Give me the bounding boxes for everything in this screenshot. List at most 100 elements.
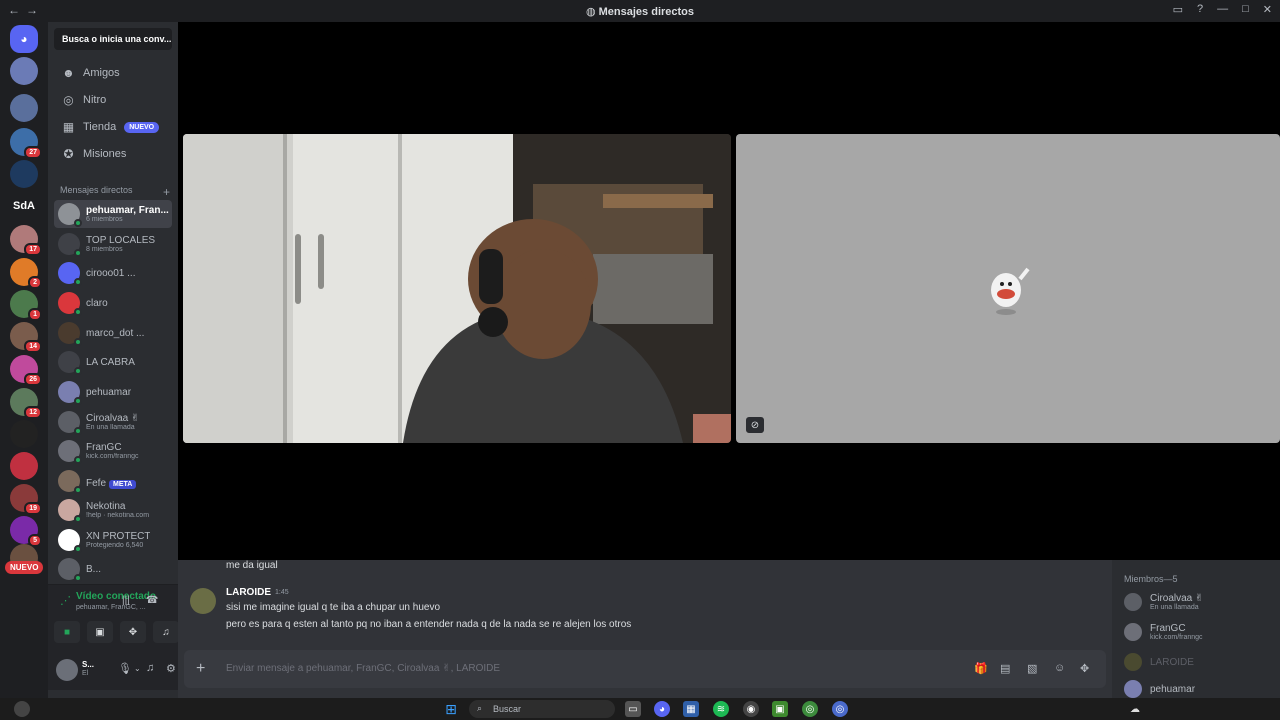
dm-item[interactable]: B... <box>54 555 172 583</box>
server-icon[interactable] <box>10 452 38 480</box>
store-icon[interactable]: ▦ <box>683 701 699 717</box>
signal-icon[interactable]: ⋰ <box>60 594 71 607</box>
camera-button[interactable]: ■ <box>54 621 80 643</box>
apps-icon[interactable]: ✥ <box>1080 662 1089 675</box>
server-icon[interactable] <box>10 420 38 448</box>
chevron-down-icon[interactable]: ⌄ <box>134 664 141 673</box>
dm-subtitle: !help · nekotina.com <box>86 512 150 519</box>
server-icon[interactable]: 2 <box>10 258 42 289</box>
dm-item[interactable]: Nekotina !help · nekotina.com <box>54 496 172 524</box>
gift-icon[interactable]: 🎁 <box>974 662 988 675</box>
member-avatar <box>1124 653 1142 671</box>
member-text: LAROIDE <box>1150 657 1194 668</box>
microphone-icon[interactable]: 🎙 <box>118 662 132 675</box>
nuevo-badge[interactable]: NUEVO <box>5 561 44 574</box>
search-icon: ⌕ <box>477 703 483 713</box>
server-list: ◕ 27 SdA 17 2 1 14 26 12 19 5 NUEVO <box>0 22 48 698</box>
unread-badge: 2 <box>28 276 42 289</box>
dm-text: cirooo01 ... <box>86 268 135 279</box>
server-icon[interactable]: 12 <box>10 388 42 419</box>
member-item[interactable]: LAROIDE <box>1124 650 1274 674</box>
nav-quests[interactable]: ✪ Misiones <box>54 142 172 166</box>
search-conversation-button[interactable]: Busca o inicia una conv... <box>54 28 172 50</box>
gif-icon[interactable]: ▤ <box>1000 662 1010 675</box>
dm-name: pehuamar <box>86 386 132 398</box>
add-dm-icon[interactable]: + <box>163 185 170 199</box>
activities-button[interactable]: ✥ <box>120 621 146 643</box>
message-author[interactable]: LAROIDE <box>226 587 271 598</box>
voice-channel[interactable]: pehuamar, FranGC, ... <box>76 604 146 611</box>
dm-item[interactable]: claro <box>54 289 172 317</box>
video-tile[interactable] <box>183 134 731 443</box>
dm-item[interactable]: Ciroalvaa ✌ En una llamada <box>54 408 172 436</box>
dm-name: Fefe <box>86 477 107 489</box>
noise-suppression-icon[interactable]: ||| <box>122 595 130 606</box>
dm-item[interactable]: FranGC kick.com/franngc <box>54 437 172 465</box>
inbox-icon[interactable]: ▭ <box>1173 3 1183 16</box>
notification-avatar-icon[interactable] <box>14 701 30 717</box>
server-icon[interactable]: 19 <box>10 484 42 515</box>
discord-home-icon[interactable]: ◕ <box>10 25 38 53</box>
server-icon[interactable]: 5 <box>10 516 42 547</box>
settings-gear-icon[interactable]: ⚙ <box>166 662 176 675</box>
username[interactable]: S... <box>82 660 94 669</box>
obs-icon[interactable]: ◉ <box>743 701 759 717</box>
hidden-video-icon[interactable]: ⊘ <box>746 417 764 433</box>
screen-share-icon: ▣ <box>95 626 105 638</box>
windows-start-icon[interactable]: ⊞ <box>443 701 459 717</box>
status-indicator <box>74 308 82 316</box>
user-avatar[interactable] <box>56 659 78 681</box>
server-icon[interactable]: 17 <box>10 225 42 256</box>
video-tile[interactable]: ⊘ <box>736 134 1280 443</box>
sticker-icon[interactable]: ▧ <box>1027 662 1037 675</box>
member-item[interactable]: Ciroalvaa ✌ En una llamada <box>1124 590 1274 614</box>
task-view-icon[interactable]: ▭ <box>625 701 641 717</box>
message-input[interactable]: Enviar mensaje a pehuamar, FranGC, Ciroa… <box>226 663 500 674</box>
dm-item[interactable]: pehuamar <box>54 378 172 406</box>
minimize-icon[interactable]: — <box>1217 3 1228 16</box>
chrome-icon[interactable]: ◎ <box>802 701 818 717</box>
dm-item[interactable]: pehuamar, Fran... 6 miembros <box>54 200 172 228</box>
message-composer[interactable]: + Enviar mensaje a pehuamar, FranGC, Cir… <box>184 650 1106 688</box>
server-icon[interactable] <box>10 160 38 188</box>
dm-text: pehuamar <box>86 387 131 398</box>
nav-nitro[interactable]: ◎ Nitro <box>54 88 172 112</box>
help-icon[interactable]: ? <box>1197 3 1203 16</box>
dm-item[interactable]: Fefe META <box>54 467 172 495</box>
minecraft-icon[interactable]: ▣ <box>772 701 788 717</box>
maximize-icon[interactable]: □ <box>1242 3 1249 16</box>
soundboard-button[interactable]: ♫ <box>153 621 179 643</box>
emoji-icon[interactable]: ☺ <box>1054 662 1065 674</box>
server-icon[interactable] <box>10 94 38 122</box>
discord-taskbar-icon[interactable]: ◕ <box>654 701 670 717</box>
spotify-icon[interactable]: ≋ <box>713 701 729 717</box>
server-icon[interactable]: 26 <box>10 355 42 386</box>
dm-item[interactable]: marco_dot ... <box>54 319 172 347</box>
dm-item[interactable]: LA CABRA <box>54 348 172 376</box>
unread-badge: 19 <box>24 502 42 515</box>
server-icon[interactable]: 1 <box>10 290 42 321</box>
server-icon[interactable]: 27 <box>10 128 42 159</box>
onedrive-cloud-icon[interactable]: ☁ <box>1127 701 1143 717</box>
nav-shop[interactable]: ▦ Tienda NUEVO <box>54 115 172 139</box>
server-icon[interactable]: SdA <box>10 192 38 220</box>
dm-item[interactable]: XN PROTECT Protegiendo 6,540 <box>54 526 172 554</box>
close-icon[interactable]: ✕ <box>1263 3 1272 16</box>
voice-status[interactable]: Vídeo conectado <box>76 591 156 602</box>
attach-plus-icon[interactable]: + <box>196 660 205 678</box>
author-avatar[interactable] <box>190 588 216 614</box>
status-indicator <box>74 456 82 464</box>
nav-friends[interactable]: ☻ Amigos <box>54 61 172 85</box>
screen-share-button[interactable]: ▣ <box>87 621 113 643</box>
member-item[interactable]: FranGC kick.com/franngc <box>1124 620 1274 644</box>
dm-item[interactable]: TOP LOCALES 8 miembros <box>54 230 172 258</box>
dm-item[interactable]: cirooo01 ... <box>54 259 172 287</box>
taskbar-search[interactable]: ⌕ Buscar <box>469 700 615 718</box>
headphones-icon[interactable]: ♫ <box>146 662 154 674</box>
server-icon[interactable]: 14 <box>10 322 42 353</box>
user-status: El <box>82 670 89 677</box>
server-icon[interactable] <box>10 57 38 85</box>
status-indicator <box>74 367 82 375</box>
chrome-profile-icon[interactable]: ◎ <box>832 701 848 717</box>
disconnect-icon[interactable]: ☎ <box>146 595 158 606</box>
